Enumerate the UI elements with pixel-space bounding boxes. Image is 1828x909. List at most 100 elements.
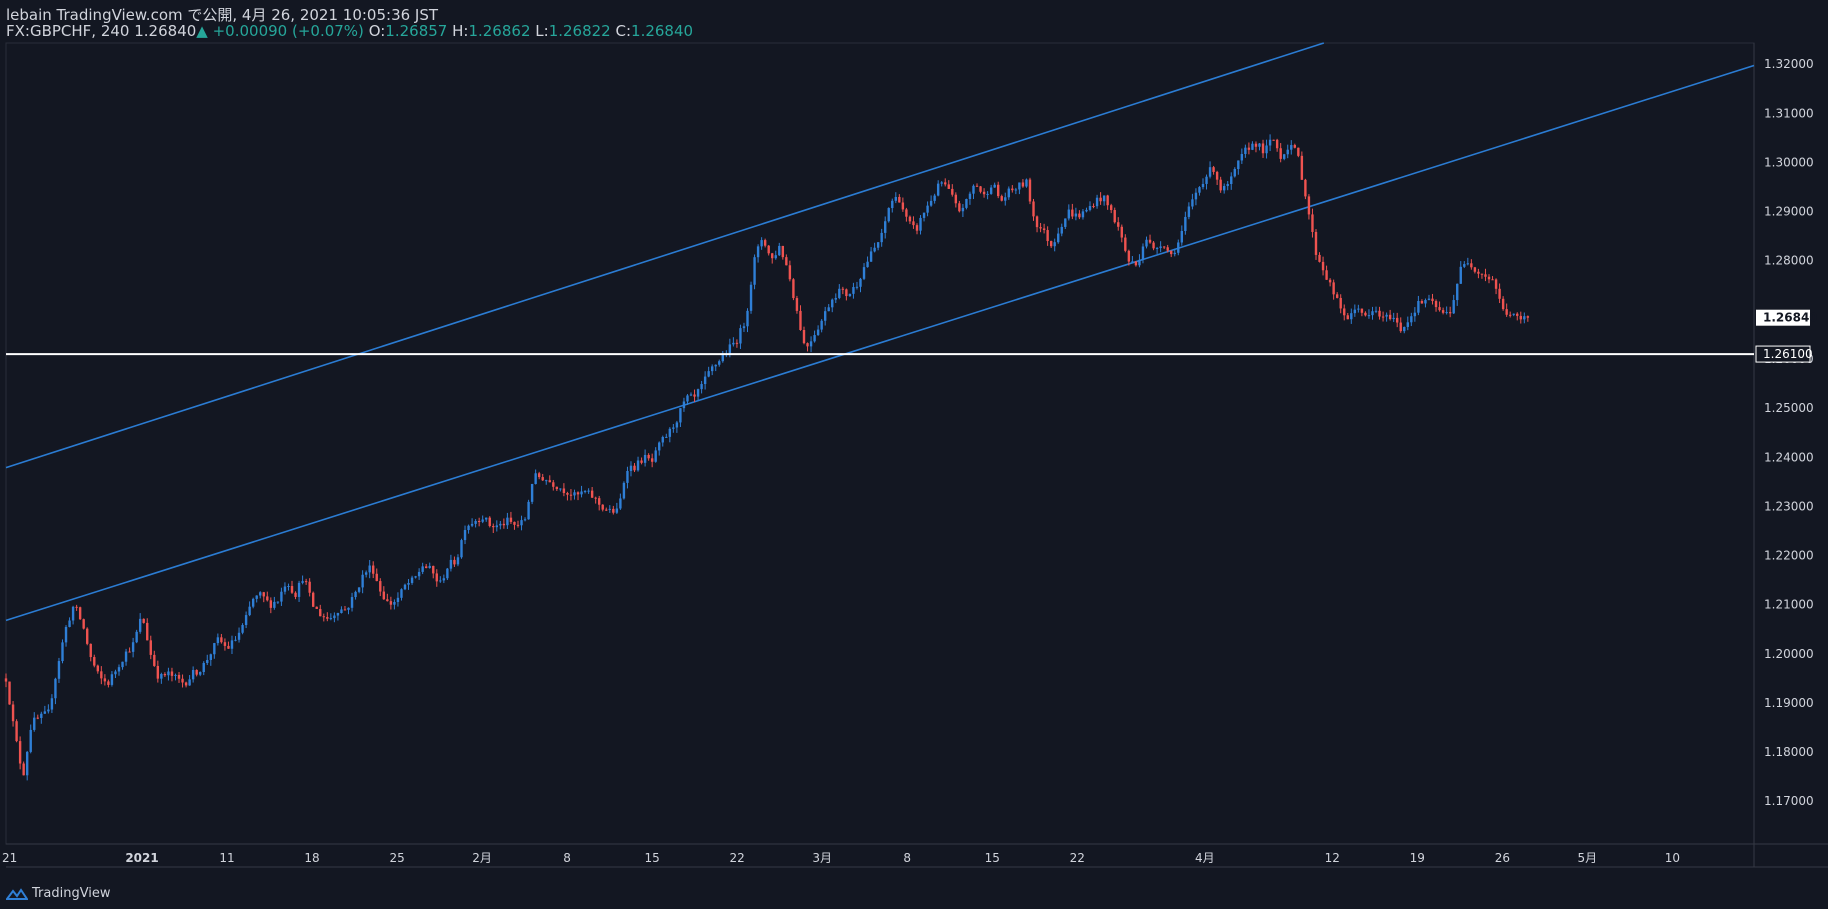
candle-body: [1505, 309, 1508, 315]
candle-body: [1318, 254, 1321, 262]
candle-body: [781, 245, 785, 258]
candle-body: [227, 645, 230, 649]
candle-body: [1191, 199, 1194, 207]
candle-body: [135, 631, 138, 643]
candle-body: [499, 523, 502, 526]
candle-body: [255, 595, 258, 599]
candle-body: [1516, 313, 1519, 316]
candle-body: [375, 573, 378, 582]
candle-body: [922, 212, 926, 218]
candle-body: [795, 298, 799, 311]
price-tick-label: 1.22000: [1764, 549, 1814, 563]
candle-body: [929, 200, 933, 206]
candle-body: [792, 279, 795, 299]
candle-body: [686, 395, 689, 402]
candle-body: [142, 618, 145, 623]
candle-body: [513, 521, 516, 525]
candle-body: [1254, 143, 1258, 147]
candle-body: [979, 186, 982, 192]
candle-body: [368, 565, 371, 573]
candle-body: [1293, 145, 1297, 148]
candle-body: [516, 524, 520, 526]
candle-body: [1177, 242, 1180, 253]
candle-body: [1081, 211, 1085, 218]
candle-body: [280, 591, 283, 602]
price-tick-label: 1.24000: [1764, 450, 1814, 464]
candle-body: [304, 581, 308, 583]
candle-body: [259, 592, 262, 596]
candle-body: [435, 573, 438, 582]
symbol-label[interactable]: FX:GBPCHF, 240: [6, 22, 129, 40]
candle-body: [1071, 209, 1074, 217]
price-tick-label: 1.20000: [1764, 647, 1814, 661]
candle-body: [876, 242, 880, 248]
candle-body: [993, 184, 996, 188]
candle-body: [1480, 273, 1484, 275]
candle-body: [442, 578, 446, 581]
candle-body: [887, 208, 890, 222]
candle-body: [756, 246, 760, 258]
candle-body: [128, 651, 131, 653]
candle-body: [36, 717, 39, 719]
candle-body: [322, 616, 325, 618]
candle-body: [689, 394, 693, 396]
candle-body: [400, 589, 403, 598]
channel-line-lower[interactable]: [5, 64, 1755, 622]
candle-body: [912, 221, 915, 226]
candle-body: [873, 247, 876, 252]
candle-body: [1290, 145, 1293, 150]
candle-body: [202, 663, 205, 673]
candle-body: [414, 576, 417, 578]
candle-body: [29, 729, 32, 752]
candle-body: [598, 498, 601, 505]
candle-body: [25, 751, 29, 776]
candle-body: [1035, 216, 1039, 228]
candle-body: [273, 601, 276, 608]
candle-body: [174, 674, 177, 676]
time-tick-label: 12: [1325, 851, 1340, 865]
candle-body: [308, 581, 311, 593]
channel-line-upper[interactable]: [5, 42, 1325, 469]
candle-body: [54, 678, 57, 699]
candle-body: [1307, 196, 1311, 215]
candle-body: [188, 679, 191, 686]
candle-body: [1018, 182, 1021, 190]
candle-body: [386, 599, 389, 602]
candle-body: [696, 389, 700, 397]
candle-body: [894, 196, 898, 201]
candle-body: [1109, 205, 1113, 211]
candle-body: [672, 427, 675, 429]
candle-body: [813, 335, 816, 342]
candle-body: [619, 498, 622, 509]
candle-body: [1007, 188, 1010, 198]
candle-body: [1138, 259, 1141, 266]
candle-body: [86, 628, 89, 644]
candle-body: [1078, 213, 1081, 218]
candle-body: [735, 342, 739, 344]
time-axis[interactable]: 21 2021 11 18 25 2月 8 15 22 3月 8 15 22 4月 12 19 26 5月 10: [2, 851, 1680, 865]
candlestick-chart[interactable]: 1.17000 1.18000 1.19000 1.20000 1.21000 1.220…: [0, 0, 1828, 909]
time-tick-label: 22: [730, 851, 745, 865]
candle-body: [177, 674, 181, 679]
candle-body: [1508, 314, 1512, 316]
candle-body: [1039, 227, 1042, 229]
candle-body: [1431, 298, 1434, 302]
candle-body: [1441, 310, 1445, 313]
candle-body: [1367, 315, 1371, 317]
candle-body: [4, 678, 8, 682]
candle-body: [163, 674, 167, 676]
candle-body: [1042, 228, 1046, 231]
candle-body: [852, 287, 855, 294]
time-tick-label: 11: [219, 851, 234, 865]
price-axis[interactable]: 1.17000 1.18000 1.19000 1.20000 1.21000 1.220…: [1755, 57, 1818, 808]
candle-body: [1251, 143, 1254, 150]
candle-body: [601, 504, 604, 510]
high-label: H:: [452, 22, 469, 40]
candle-body: [326, 617, 329, 619]
candle-body: [160, 674, 163, 679]
candle-body: [855, 286, 859, 288]
candle-body: [114, 671, 117, 675]
candle-body: [107, 681, 110, 685]
footer-brand[interactable]: TradingView: [6, 886, 111, 901]
candle-body: [488, 517, 491, 527]
